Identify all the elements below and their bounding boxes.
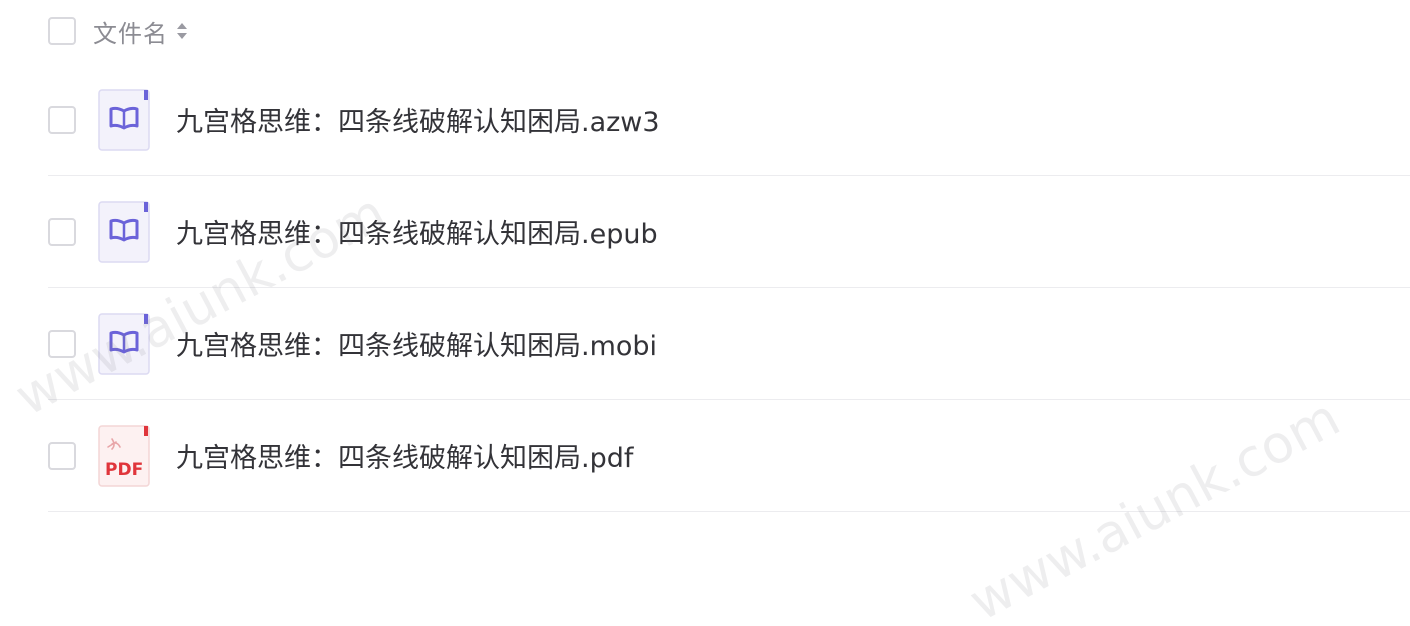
select-all-checkbox[interactable] [48, 17, 76, 45]
ebook-icon [98, 88, 150, 151]
sort-icon[interactable] [176, 20, 188, 42]
ebook-icon [98, 200, 150, 263]
file-row[interactable]: PDF 九宫格思维：四条线破解认知困局.pdf [48, 400, 1410, 512]
file-checkbox[interactable] [48, 217, 76, 246]
filename-column-header[interactable]: 文件名 [93, 14, 168, 49]
file-list-header: 文件名 [48, 14, 188, 48]
file-name[interactable]: 九宫格思维：四条线破解认知困局.azw3 [176, 100, 660, 139]
file-row[interactable]: 九宫格思维：四条线破解认知困局.epub [48, 176, 1410, 288]
file-row[interactable]: 九宫格思维：四条线破解认知困局.azw3 [48, 64, 1410, 176]
ebook-icon [98, 312, 150, 375]
file-name[interactable]: 九宫格思维：四条线破解认知困局.mobi [176, 324, 657, 363]
file-list: 文件名 九宫格思维：四条线破解认知困局.azw3 九宫格思维：四条线破解认知困局… [0, 0, 1410, 626]
file-name[interactable]: 九宫格思维：四条线破解认知困局.epub [176, 212, 658, 251]
file-row[interactable]: 九宫格思维：四条线破解认知困局.mobi [48, 288, 1410, 400]
pdf-icon-label: PDF [105, 460, 143, 480]
file-checkbox[interactable] [48, 329, 76, 358]
file-checkbox[interactable] [48, 105, 76, 134]
file-name[interactable]: 九宫格思维：四条线破解认知困局.pdf [176, 436, 633, 475]
pdf-file-icon: PDF [98, 424, 150, 487]
file-checkbox[interactable] [48, 441, 76, 470]
